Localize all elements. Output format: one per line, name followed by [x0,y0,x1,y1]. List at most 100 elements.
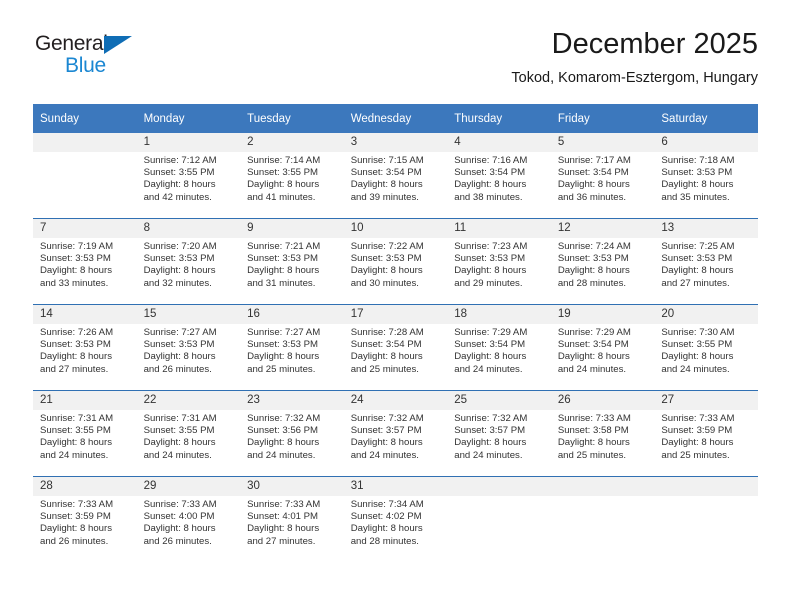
daylight-text-line2: and 41 minutes. [247,191,316,203]
day-cell[interactable]: Sunrise: 7:27 AM Sunset: 3:53 PM Dayligh… [240,324,344,391]
calendar-body: 1 2 3 4 5 6 Sunrise: 7:12 AM Sunset: 3:5… [33,133,758,562]
day-number: 8 [136,218,241,238]
day-number: 31 [343,476,448,496]
day-cell[interactable]: Sunrise: 7:33 AM Sunset: 3:58 PM Dayligh… [550,410,655,477]
day-cell[interactable]: Sunrise: 7:32 AM Sunset: 3:56 PM Dayligh… [240,410,344,477]
daylight-text-line1: Daylight: 8 hours [143,265,216,277]
day-cell[interactable]: Sunrise: 7:33 AM Sunset: 4:00 PM Dayligh… [136,496,241,562]
day-cell[interactable]: Sunrise: 7:23 AM Sunset: 3:53 PM Dayligh… [447,238,551,305]
day-cell[interactable]: Sunrise: 7:32 AM Sunset: 3:57 PM Dayligh… [343,410,448,477]
week-4-details: Sunrise: 7:31 AM Sunset: 3:55 PM Dayligh… [33,410,758,477]
sunset-text: Sunset: 4:01 PM [247,511,319,523]
day-cell[interactable]: Sunrise: 7:31 AM Sunset: 3:55 PM Dayligh… [33,410,137,477]
day-cell[interactable]: Sunrise: 7:20 AM Sunset: 3:53 PM Dayligh… [136,238,241,305]
day-cell[interactable]: Sunrise: 7:33 AM Sunset: 3:59 PM Dayligh… [654,410,758,477]
page-title: December 2025 [551,28,758,60]
day-cell[interactable]: Sunrise: 7:27 AM Sunset: 3:53 PM Dayligh… [136,324,241,391]
day-cell[interactable] [550,496,655,562]
day-cell[interactable]: Sunrise: 7:34 AM Sunset: 4:02 PM Dayligh… [343,496,448,562]
sunset-text: Sunset: 4:00 PM [143,511,215,523]
day-number: 20 [654,304,758,324]
daylight-text-line1: Daylight: 8 hours [247,265,320,277]
daylight-text-line1: Daylight: 8 hours [143,179,216,191]
sunset-text: Sunset: 3:54 PM [454,339,526,351]
daylight-text-line2: and 39 minutes. [350,191,419,203]
sunset-text: Sunset: 3:53 PM [247,339,319,351]
day-cell[interactable]: Sunrise: 7:22 AM Sunset: 3:53 PM Dayligh… [343,238,448,305]
sunrise-text: Sunrise: 7:33 AM [661,413,735,424]
generalblue-logo[interactable]: General Blue [35,32,195,88]
day-cell[interactable]: Sunrise: 7:21 AM Sunset: 3:53 PM Dayligh… [240,238,344,305]
daylight-text-line1: Daylight: 8 hours [247,437,320,449]
day-cell[interactable]: Sunrise: 7:18 AM Sunset: 3:53 PM Dayligh… [654,152,758,219]
day-cell[interactable]: Sunrise: 7:24 AM Sunset: 3:53 PM Dayligh… [550,238,655,305]
day-number: 6 [654,133,758,152]
triangle-icon [104,36,132,54]
week-1-details: Sunrise: 7:12 AM Sunset: 3:55 PM Dayligh… [33,152,758,219]
daylight-text-line2: and 24 minutes. [40,449,109,461]
day-cell[interactable]: Sunrise: 7:33 AM Sunset: 3:59 PM Dayligh… [33,496,137,562]
sunrise-text: Sunrise: 7:32 AM [350,413,424,424]
day-cell[interactable]: Sunrise: 7:12 AM Sunset: 3:55 PM Dayligh… [136,152,241,219]
sunrise-text: Sunrise: 7:34 AM [350,499,424,510]
daylight-text-line1: Daylight: 8 hours [454,351,527,363]
daylight-text-line1: Daylight: 8 hours [350,265,423,277]
daylight-text-line1: Daylight: 8 hours [143,437,216,449]
daylight-text-line1: Daylight: 8 hours [40,523,112,535]
day-cell[interactable]: Sunrise: 7:15 AM Sunset: 3:54 PM Dayligh… [343,152,448,219]
day-cell[interactable]: Sunrise: 7:25 AM Sunset: 3:53 PM Dayligh… [654,238,758,305]
day-number: 11 [447,218,551,238]
day-cell[interactable]: Sunrise: 7:31 AM Sunset: 3:55 PM Dayligh… [136,410,241,477]
week-5-details: Sunrise: 7:33 AM Sunset: 3:59 PM Dayligh… [33,496,758,562]
weekday-header-saturday: Saturday [654,104,758,133]
week-4-daynumbers: 21 22 23 24 25 26 27 [33,390,758,410]
day-cell[interactable] [33,152,137,219]
sunset-text: Sunset: 3:59 PM [40,511,111,523]
sunrise-text: Sunrise: 7:17 AM [557,155,631,166]
day-number: 5 [550,133,655,152]
day-cell[interactable]: Sunrise: 7:26 AM Sunset: 3:53 PM Dayligh… [33,324,137,391]
day-cell[interactable]: Sunrise: 7:30 AM Sunset: 3:55 PM Dayligh… [654,324,758,391]
daylight-text-line1: Daylight: 8 hours [557,351,630,363]
daylight-text-line1: Daylight: 8 hours [557,265,630,277]
page-header: General Blue December 2025 Tokod, Komaro… [33,26,758,98]
daylight-text-line1: Daylight: 8 hours [557,179,630,191]
day-number: 12 [550,218,655,238]
sunset-text: Sunset: 3:54 PM [350,339,422,351]
calendar-page: General Blue December 2025 Tokod, Komaro… [0,0,792,612]
day-cell[interactable]: Sunrise: 7:29 AM Sunset: 3:54 PM Dayligh… [447,324,551,391]
day-cell[interactable]: Sunrise: 7:19 AM Sunset: 3:53 PM Dayligh… [33,238,137,305]
day-cell[interactable]: Sunrise: 7:28 AM Sunset: 3:54 PM Dayligh… [343,324,448,391]
sunrise-text: Sunrise: 7:12 AM [143,155,217,166]
weekday-header-friday: Friday [550,104,655,133]
sunrise-text: Sunrise: 7:31 AM [40,413,114,424]
daylight-text-line2: and 29 minutes. [454,277,523,289]
day-number: 2 [240,133,344,152]
sunset-text: Sunset: 3:55 PM [247,167,319,179]
day-number: 23 [240,390,344,410]
calendar-table: Sunday Monday Tuesday Wednesday Thursday… [33,104,758,562]
day-cell[interactable]: Sunrise: 7:33 AM Sunset: 4:01 PM Dayligh… [240,496,344,562]
day-number: 9 [240,218,344,238]
day-cell[interactable]: Sunrise: 7:32 AM Sunset: 3:57 PM Dayligh… [447,410,551,477]
sunrise-text: Sunrise: 7:29 AM [557,327,631,338]
sunset-text: Sunset: 3:53 PM [143,339,215,351]
day-cell[interactable] [447,496,551,562]
daylight-text-line1: Daylight: 8 hours [661,179,734,191]
sunset-text: Sunset: 3:53 PM [557,253,629,265]
day-cell[interactable]: Sunrise: 7:29 AM Sunset: 3:54 PM Dayligh… [550,324,655,391]
daylight-text-line2: and 26 minutes. [40,535,109,547]
day-number: 19 [550,304,655,324]
day-cell[interactable]: Sunrise: 7:16 AM Sunset: 3:54 PM Dayligh… [447,152,551,219]
sunrise-text: Sunrise: 7:26 AM [40,327,114,338]
sunset-text: Sunset: 3:55 PM [661,339,733,351]
sunset-text: Sunset: 3:53 PM [454,253,526,265]
day-cell[interactable] [654,496,758,562]
week-3-daynumbers: 14 15 16 17 18 19 20 [33,304,758,324]
day-cell[interactable]: Sunrise: 7:14 AM Sunset: 3:55 PM Dayligh… [240,152,344,219]
day-cell[interactable]: Sunrise: 7:17 AM Sunset: 3:54 PM Dayligh… [550,152,655,219]
daylight-text-line2: and 25 minutes. [350,363,419,375]
day-number: 28 [33,476,137,496]
day-number: 4 [447,133,551,152]
daylight-text-line1: Daylight: 8 hours [350,351,423,363]
